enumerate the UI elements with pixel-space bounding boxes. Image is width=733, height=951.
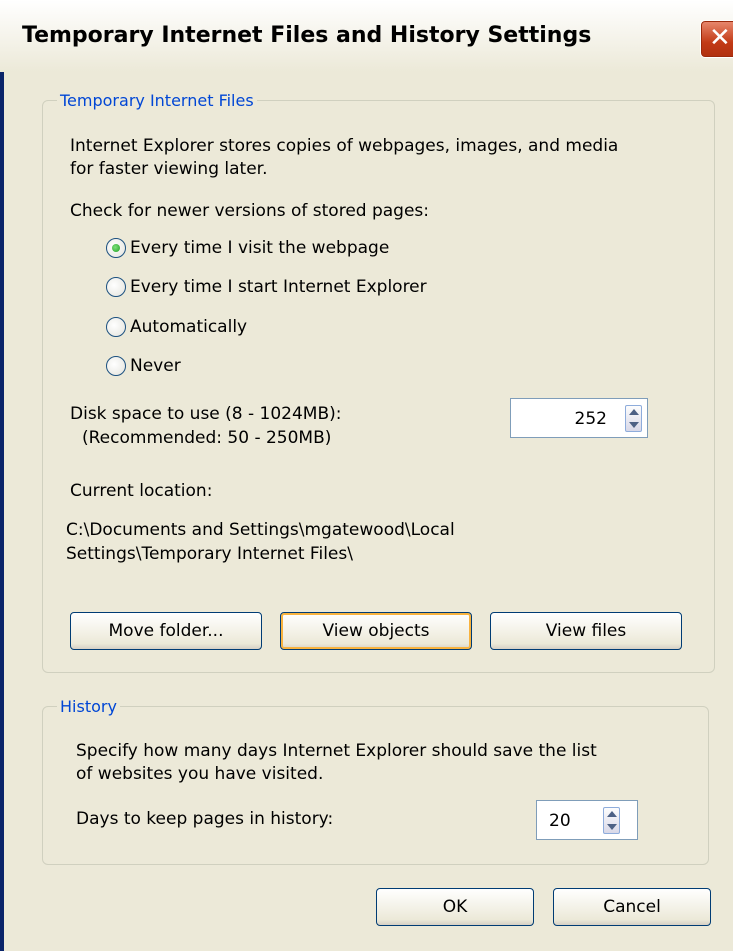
radio-circle — [106, 238, 126, 258]
radio-label: Every time I visit the webpage — [130, 238, 390, 258]
disk-space-spinner[interactable]: 252 — [510, 398, 648, 438]
tif-description-line1: Internet Explorer stores copies of webpa… — [70, 136, 619, 156]
move-folder-button[interactable]: Move folder... — [70, 612, 262, 650]
window-title: Temporary Internet Files and History Set… — [22, 23, 592, 48]
radio-selected-dot — [112, 244, 120, 252]
cancel-button[interactable]: Cancel — [553, 888, 711, 926]
close-button[interactable]: ✕ — [700, 20, 733, 58]
history-days-spinner[interactable]: 20 — [536, 800, 638, 840]
radio-label: Never — [130, 356, 181, 376]
disk-space-value[interactable]: 252 — [575, 408, 607, 430]
spinner-arrows[interactable] — [603, 807, 620, 834]
spin-down-icon[interactable] — [629, 422, 639, 428]
radio-circle — [106, 317, 126, 337]
disk-space-recommended-label: (Recommended: 50 - 250MB) — [82, 428, 332, 448]
history-description-line2: of websites you have visited. — [76, 764, 324, 784]
view-objects-button[interactable]: View objects — [280, 612, 472, 650]
temporary-internet-files-legend: Temporary Internet Files — [60, 91, 254, 110]
view-files-button[interactable]: View files — [490, 612, 682, 650]
spinner-arrows[interactable] — [625, 405, 642, 432]
spin-up-icon[interactable] — [607, 811, 617, 817]
history-legend: History — [60, 697, 117, 716]
current-location-path-line2: Settings\Temporary Internet Files\ — [66, 544, 353, 564]
disk-space-label: Disk space to use (8 - 1024MB): — [70, 404, 342, 424]
tif-description-line2: for faster viewing later. — [70, 159, 268, 179]
days-to-keep-label: Days to keep pages in history: — [76, 809, 334, 829]
close-icon: ✕ — [709, 23, 731, 53]
window-border — [0, 72, 4, 951]
current-location-label: Current location: — [70, 481, 213, 501]
radio-label: Automatically — [130, 317, 248, 337]
history-description-line1: Specify how many days Internet Explorer … — [76, 741, 597, 761]
spin-down-icon[interactable] — [607, 824, 617, 830]
spin-up-icon[interactable] — [629, 409, 639, 415]
radio-label: Every time I start Internet Explorer — [130, 277, 427, 297]
title-bar: Temporary Internet Files and History Set… — [0, 0, 733, 72]
ok-button[interactable]: OK — [376, 888, 534, 926]
check-newer-label: Check for newer versions of stored pages… — [70, 201, 430, 221]
radio-circle — [106, 277, 126, 297]
radio-circle — [106, 356, 126, 376]
current-location-path-line1: C:\Documents and Settings\mgatewood\Loca… — [66, 520, 455, 540]
history-days-value[interactable]: 20 — [549, 810, 571, 832]
